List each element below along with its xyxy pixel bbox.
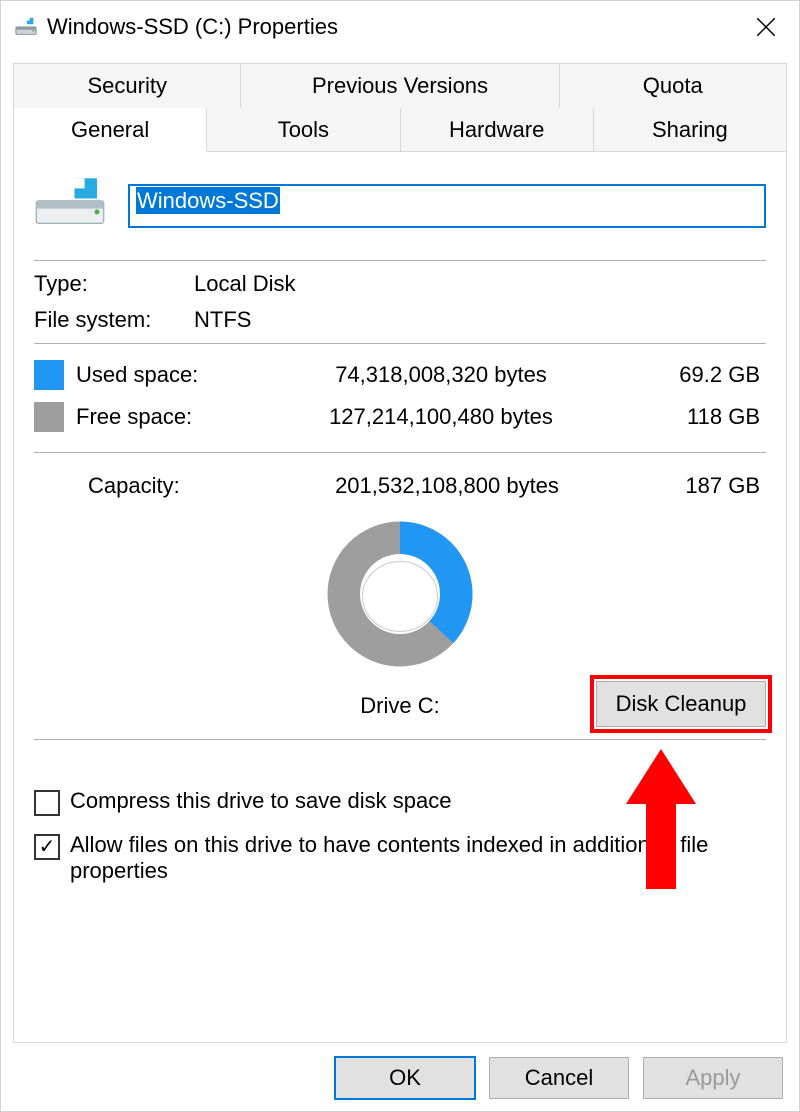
tab-general[interactable]: General xyxy=(14,108,207,152)
capacity-human: 187 GB xyxy=(646,473,766,499)
disk-cleanup-button[interactable]: Disk Cleanup xyxy=(596,681,766,727)
index-checkbox[interactable] xyxy=(34,834,60,860)
compress-checkbox[interactable] xyxy=(34,790,60,816)
tab-tools[interactable]: Tools xyxy=(207,108,400,152)
drive-large-icon xyxy=(34,176,106,236)
free-bytes: 127,214,100,480 bytes xyxy=(236,404,646,430)
ok-button[interactable]: OK xyxy=(335,1057,475,1099)
tab-hardware[interactable]: Hardware xyxy=(401,108,594,152)
general-panel: Windows-SSD Type: Local Disk File system… xyxy=(13,151,787,1043)
properties-dialog: Windows-SSD (C:) Properties Security Pre… xyxy=(0,0,800,1112)
titlebar: Windows-SSD (C:) Properties xyxy=(1,1,799,53)
dialog-buttons: OK Cancel Apply xyxy=(13,1043,787,1099)
tab-quota[interactable]: Quota xyxy=(560,64,786,108)
type-value: Local Disk xyxy=(194,271,295,297)
tab-sharing[interactable]: Sharing xyxy=(594,108,786,152)
drive-name-input[interactable]: Windows-SSD xyxy=(128,184,766,228)
compress-label: Compress this drive to save disk space xyxy=(70,788,452,814)
filesystem-label: File system: xyxy=(34,307,194,333)
cancel-button[interactable]: Cancel xyxy=(489,1057,629,1099)
used-label: Used space: xyxy=(76,362,236,388)
close-button[interactable] xyxy=(741,2,791,52)
annotation-arrow-icon xyxy=(626,749,696,895)
used-human: 69.2 GB xyxy=(646,362,766,388)
drive-icon xyxy=(15,16,37,38)
type-label: Type: xyxy=(34,271,194,297)
used-bytes: 74,318,008,320 bytes xyxy=(236,362,646,388)
drive-label: Drive C: xyxy=(360,693,439,719)
capacity-bytes: 201,532,108,800 bytes xyxy=(248,473,646,499)
apply-button[interactable]: Apply xyxy=(643,1057,783,1099)
filesystem-value: NTFS xyxy=(194,307,251,333)
capacity-label: Capacity: xyxy=(88,473,248,499)
window-title: Windows-SSD (C:) Properties xyxy=(47,14,741,40)
drive-name-value: Windows-SSD xyxy=(136,187,280,214)
usage-chart xyxy=(34,501,766,679)
used-swatch xyxy=(34,360,64,390)
tab-strip: Security Previous Versions Quota General… xyxy=(13,63,787,152)
client-area: Security Previous Versions Quota General… xyxy=(1,53,799,1111)
tab-previous-versions[interactable]: Previous Versions xyxy=(241,64,559,108)
free-label: Free space: xyxy=(76,404,236,430)
free-human: 118 GB xyxy=(646,404,766,430)
free-swatch xyxy=(34,402,64,432)
tab-security[interactable]: Security xyxy=(14,64,241,108)
